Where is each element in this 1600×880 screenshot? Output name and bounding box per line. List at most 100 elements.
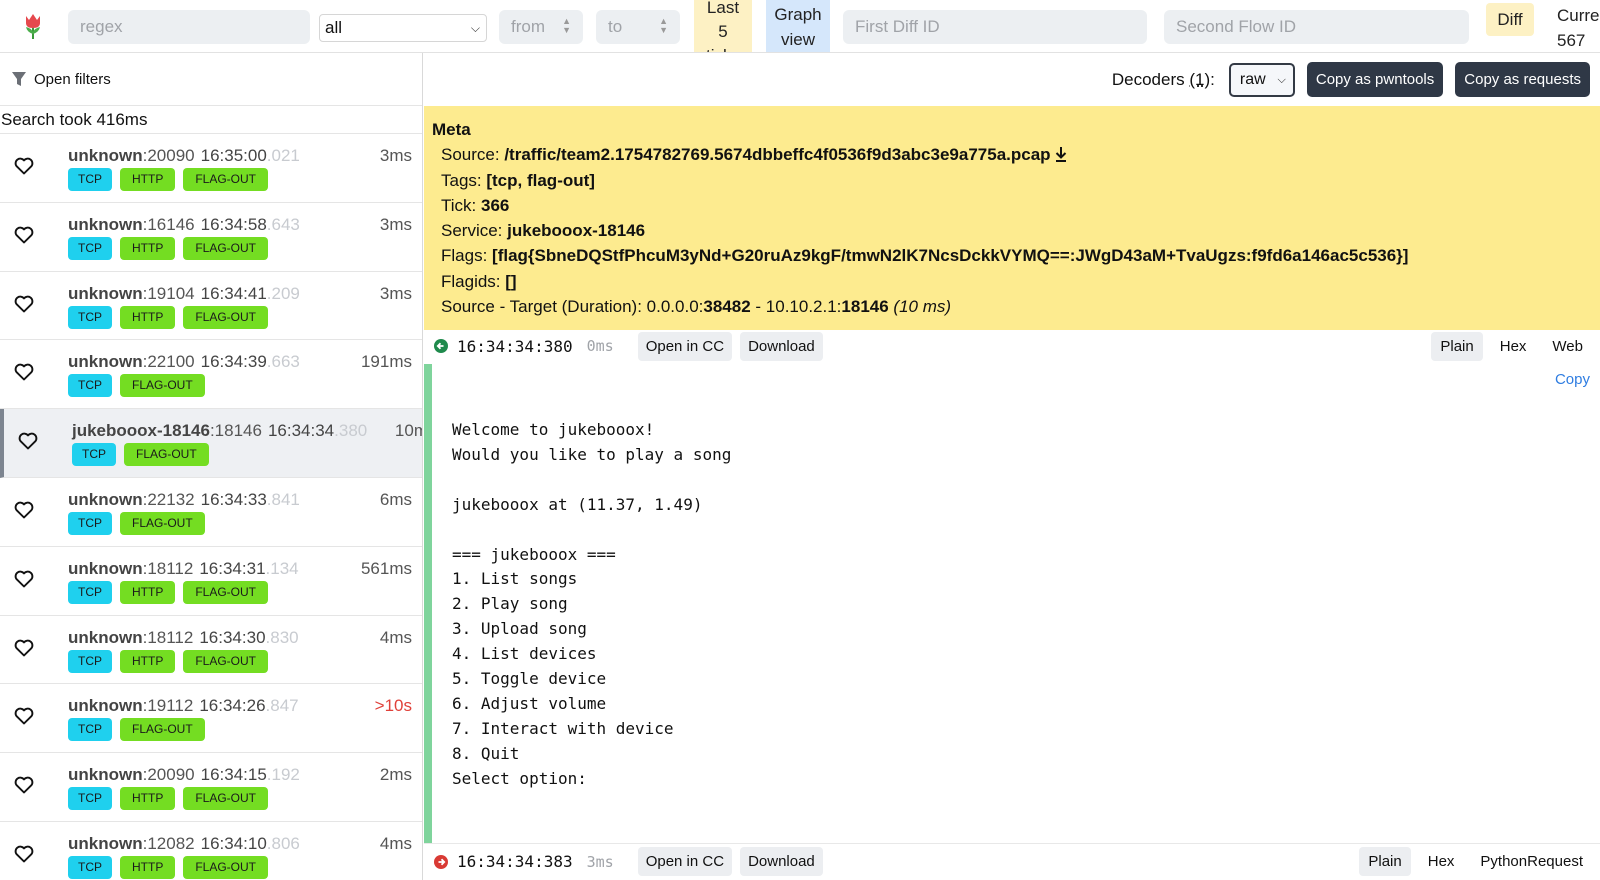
copy-button[interactable]: Copy: [1555, 371, 1590, 388]
tag-flag-out[interactable]: FLAG-OUT: [120, 718, 205, 742]
tag-tcp[interactable]: TCP: [68, 855, 112, 879]
tag-http[interactable]: HTTP: [120, 649, 176, 673]
flow-summary: unknown:18112 16:34:31.134: [68, 559, 299, 579]
tag-tcp[interactable]: TCP: [68, 649, 112, 673]
flow-time: 16:34:34: [267, 421, 335, 441]
tag-flag-out[interactable]: FLAG-OUT: [183, 649, 269, 673]
tag-flag-out[interactable]: FLAG-OUT: [183, 236, 269, 260]
flow-list-item[interactable]: unknown:20090 16:34:15.192 2ms TCP HTTP FLAG-…: [0, 753, 422, 822]
heart-icon[interactable]: [14, 363, 34, 381]
flow-list-item[interactable]: unknown:12082 16:34:10.806 4ms TCP HTTP FLAG-…: [0, 821, 422, 880]
tag-tcp[interactable]: TCP: [68, 580, 112, 604]
to-tick-input[interactable]: to ▲ ▼: [596, 10, 680, 44]
flow-port: :19112: [142, 696, 194, 716]
heart-icon[interactable]: [18, 432, 38, 450]
flow-list-item[interactable]: unknown:16146 16:34:58.643 3ms TCP HTTP FLAG-…: [0, 202, 422, 272]
meta-service-value: jukebooox-18146: [507, 221, 646, 241]
flow-list-item[interactable]: unknown:19104 16:34:41.209 3ms TCP HTTP FLAG-…: [0, 271, 422, 341]
tag-http[interactable]: HTTP: [120, 236, 176, 260]
flow-duration: 6ms: [379, 489, 412, 509]
heart-icon[interactable]: [14, 570, 34, 588]
open-in-cc-button[interactable]: Open in CC: [637, 847, 733, 876]
graph-view-button[interactable]: Graph view: [766, 0, 830, 52]
view-hex-tab[interactable]: Hex: [1491, 332, 1536, 361]
tag-tcp[interactable]: TCP: [72, 443, 116, 467]
decoder-select[interactable]: raw ⌵: [1228, 62, 1295, 97]
flow-time-ms: .830: [265, 627, 299, 647]
tag-tcp[interactable]: TCP: [68, 168, 112, 191]
meta-tick-row: Tick: 366: [432, 193, 1592, 218]
stepper-icon[interactable]: ▲ ▼: [659, 17, 668, 35]
flow-port: :18112: [142, 627, 194, 647]
flow-list-item[interactable]: unknown:22100 16:34:39.663 191ms TCP FLAG-OU…: [0, 340, 422, 410]
tag-http[interactable]: HTTP: [120, 855, 176, 879]
tag-flag-out[interactable]: FLAG-OUT: [183, 168, 269, 191]
tag-tcp[interactable]: TCP: [68, 374, 112, 398]
regex-search-input[interactable]: regex: [68, 10, 310, 44]
last-ticks-button[interactable]: Last 5 ticks: [694, 0, 752, 52]
view-plain-tab[interactable]: Plain: [1359, 847, 1411, 876]
diff-button[interactable]: Diff: [1486, 3, 1534, 36]
decoders-label-colon: :: [1210, 69, 1215, 89]
open-filters-button[interactable]: Open filters: [0, 53, 422, 106]
tag-tcp[interactable]: TCP: [68, 236, 112, 260]
flow-list-item[interactable]: unknown:22132 16:34:33.841 6ms TCP FLAG-OUT: [0, 477, 422, 547]
tag-tcp[interactable]: TCP: [68, 787, 112, 811]
meta-flagids-value: []: [505, 271, 517, 291]
tag-tcp[interactable]: TCP: [68, 305, 112, 329]
flow-tags: TCP HTTP FLAG-OUT: [68, 855, 269, 879]
flow-list-item[interactable]: unknown:20090 16:35:00.021 3ms TCP HTTP FLAG-…: [0, 134, 422, 203]
tag-http[interactable]: HTTP: [120, 580, 176, 604]
view-plain-tab[interactable]: Plain: [1431, 331, 1483, 361]
tag-http[interactable]: HTTP: [120, 787, 176, 811]
tag-http[interactable]: HTTP: [120, 168, 176, 191]
decoders-count[interactable]: (1): [1189, 70, 1210, 89]
heart-icon[interactable]: [14, 226, 34, 244]
tulip-icon[interactable]: [22, 12, 44, 40]
view-python-request-tab[interactable]: PythonRequest: [1471, 847, 1592, 876]
heart-icon[interactable]: [14, 157, 34, 175]
copy-as-requests-button[interactable]: Copy as requests: [1455, 62, 1590, 97]
tag-tcp[interactable]: TCP: [68, 511, 112, 535]
first-diff-id-input[interactable]: First Diff ID: [843, 10, 1147, 44]
tag-flag-out[interactable]: FLAG-OUT: [124, 443, 209, 467]
second-flow-id-input[interactable]: Second Flow ID: [1164, 10, 1469, 44]
tag-flag-out[interactable]: FLAG-OUT: [183, 787, 269, 811]
flow-time-ms: .021: [266, 146, 300, 165]
flow-service: unknown: [68, 765, 143, 785]
service-select[interactable]: all ⌵: [319, 14, 487, 42]
meta-source-value[interactable]: /traffic/team2.1754782769.5674dbbeffc4f0…: [504, 145, 1050, 164]
flow-summary: unknown:22100 16:34:39.663: [68, 352, 300, 372]
heart-icon[interactable]: [14, 295, 34, 313]
flow-time: 16:34:58: [200, 214, 267, 234]
download-button[interactable]: Download: [740, 331, 823, 361]
tag-flag-out[interactable]: FLAG-OUT: [183, 305, 269, 329]
tag-flag-out[interactable]: FLAG-OUT: [120, 374, 205, 398]
flow-list-item[interactable]: unknown:18112 16:34:31.134 561ms TCP HTTP FLA…: [0, 546, 422, 616]
tag-tcp[interactable]: TCP: [68, 718, 112, 742]
heart-icon[interactable]: [14, 639, 34, 657]
heart-icon[interactable]: [14, 501, 34, 519]
flow-list-item[interactable]: jukebooox-18146:1814616:34:34.380 10m TCP F…: [0, 409, 422, 478]
flow-list-item[interactable]: unknown:18112 16:34:30.830 4ms TCP HTTP FLAG-…: [0, 615, 422, 685]
open-in-cc-button[interactable]: Open in CC: [637, 331, 733, 361]
flow-port: :18112: [142, 558, 194, 578]
copy-as-pwntools-button[interactable]: Copy as pwntools: [1306, 62, 1444, 97]
flow-port: :19104: [142, 283, 195, 303]
tag-flag-out[interactable]: FLAG-OUT: [183, 855, 269, 879]
view-web-tab[interactable]: Web: [1543, 332, 1592, 361]
view-hex-tab[interactable]: Hex: [1419, 847, 1464, 876]
stepper-icon[interactable]: ▲ ▼: [562, 17, 571, 35]
heart-icon[interactable]: [14, 707, 34, 725]
tag-flag-out[interactable]: FLAG-OUT: [183, 580, 269, 604]
flow-duration: 191ms: [360, 352, 412, 372]
tag-http[interactable]: HTTP: [120, 305, 176, 329]
tag-flag-out[interactable]: FLAG-OUT: [120, 511, 205, 535]
flow-list-item[interactable]: unknown:19112 16:34:26.847 >10s TCP FLAG-OUT: [0, 684, 422, 754]
incoming-arrow-icon: [434, 339, 448, 353]
heart-icon[interactable]: [14, 776, 34, 794]
from-tick-input[interactable]: from ▲ ▼: [499, 10, 583, 44]
download-button[interactable]: Download: [740, 847, 823, 876]
download-arrow-icon[interactable]: [1055, 146, 1067, 163]
heart-icon[interactable]: [14, 845, 34, 863]
